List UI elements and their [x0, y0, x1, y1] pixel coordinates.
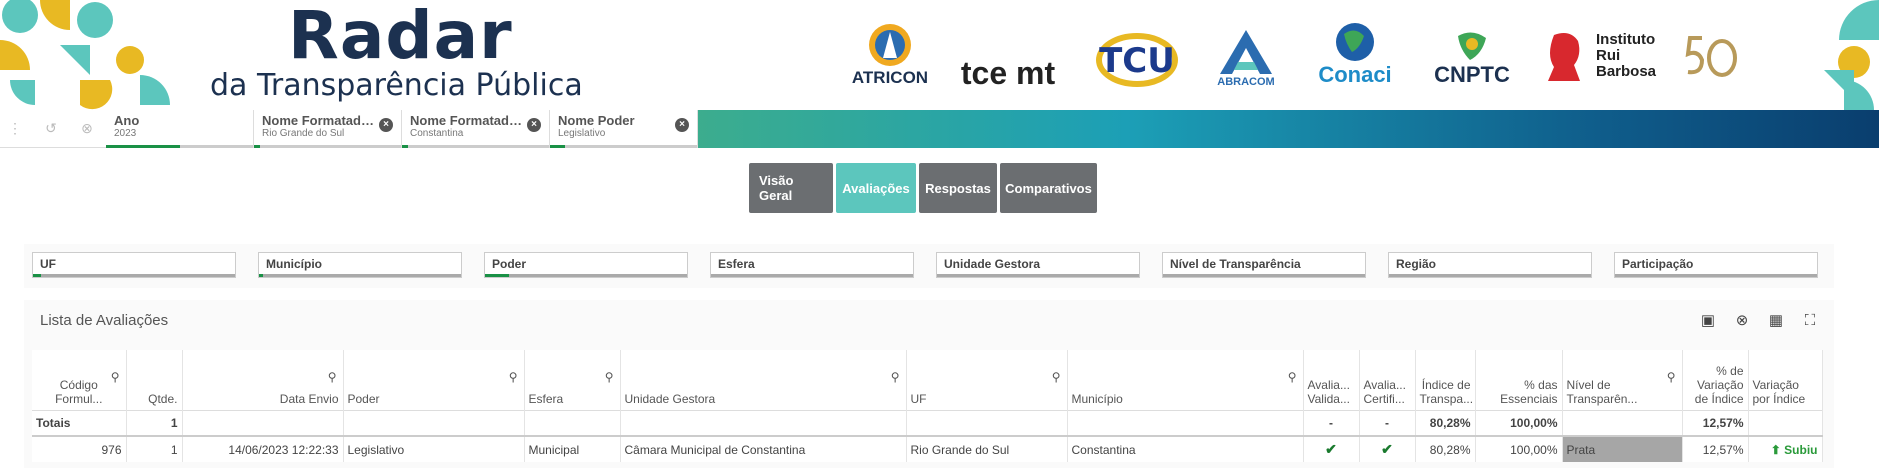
- col-codigo[interactable]: Código Formul... ⚲: [32, 350, 127, 410]
- search-icon[interactable]: ⚲: [1667, 370, 1676, 384]
- filter-unidade-gestora[interactable]: Unidade Gestora: [936, 252, 1140, 278]
- svg-text:TCU: TCU: [1099, 41, 1175, 81]
- col-variacao-por-indice[interactable]: Variação por Índice: [1748, 350, 1823, 410]
- selection-chip-poder[interactable]: Nome Poder Legislativo ×: [550, 110, 698, 148]
- search-icon[interactable]: ⚲: [111, 370, 120, 384]
- col-poder[interactable]: Poder ⚲: [343, 350, 525, 410]
- filter-bar: UF Município Poder Esfera Unidade Gestor…: [24, 244, 1834, 288]
- search-icon[interactable]: ⚲: [1052, 370, 1061, 384]
- col-nivel-transparencia[interactable]: Nível de Transparên... ⚲: [1562, 350, 1683, 410]
- clear-all-icon[interactable]: ⊗: [76, 118, 98, 140]
- table-header-row: Código Formul... ⚲ Qtde. Data Envio ⚲ Pode…: [32, 350, 1823, 410]
- panel-tools: ▣ ⊗ ▦ ⛶: [1698, 310, 1820, 330]
- search-icon[interactable]: ⚲: [891, 370, 900, 384]
- table-view-icon[interactable]: ▦: [1766, 310, 1786, 330]
- 50-anos-badge-icon: [1685, 36, 1737, 77]
- app-subtitle: da Transparência Pública: [210, 68, 583, 103]
- col-unidade-gestora[interactable]: Unidade Gestora ⚲: [620, 350, 907, 410]
- export-image-icon[interactable]: ▣: [1698, 310, 1718, 330]
- tab-visao-geral[interactable]: Visão Geral: [749, 163, 833, 213]
- clear-selection-icon[interactable]: ×: [675, 118, 689, 132]
- col-municipio[interactable]: Município ⚲: [1067, 350, 1304, 410]
- check-icon: ✔: [1381, 441, 1393, 457]
- selection-tools: ⋮ ↺ ⊗: [0, 110, 106, 148]
- selection-chip-uf[interactable]: Nome Formatado ... Rio Grande do Sul ×: [254, 110, 402, 148]
- main-tabs: Visão Geral Avaliações Respostas Compara…: [749, 163, 1097, 213]
- cnptc-icon: [1458, 32, 1486, 60]
- atricon-icon: [869, 24, 911, 66]
- conaci-icon: [1336, 23, 1374, 61]
- filter-nivel-transparencia[interactable]: Nível de Transparência: [1162, 252, 1366, 278]
- table-row[interactable]: 976 1 14/06/2023 12:22:33 Legislativo Mu…: [32, 436, 1823, 462]
- abracom-icon: [1220, 30, 1272, 74]
- selections-menu-icon[interactable]: ⋮: [4, 118, 26, 140]
- tab-respostas[interactable]: Respostas: [919, 163, 997, 213]
- col-indice-transparencia[interactable]: Índice de Transpa...: [1415, 350, 1476, 410]
- clear-selection-icon[interactable]: ×: [379, 118, 393, 132]
- search-icon[interactable]: ⚲: [328, 370, 337, 384]
- filter-uf[interactable]: UF: [32, 252, 236, 278]
- evaluations-panel: Lista de Avaliações ▣ ⊗ ▦ ⛶ Código Formu…: [24, 300, 1834, 468]
- col-uf[interactable]: UF ⚲: [906, 350, 1068, 410]
- col-qtde[interactable]: Qtde.: [126, 350, 183, 410]
- search-icon[interactable]: ⚲: [605, 370, 614, 384]
- tcu-icon: TCU: [1096, 33, 1178, 87]
- totals-row: Totais 1 - - 80,28% 100,00% 12,57%: [32, 409, 1823, 437]
- step-back-icon[interactable]: ↺: [40, 118, 62, 140]
- decorative-pattern-left: [0, 0, 170, 110]
- tcemt-logo: tce mt: [960, 55, 1056, 91]
- filter-municipio[interactable]: Município: [258, 252, 462, 278]
- decorative-pattern-right: [1824, 0, 1879, 110]
- cnptc-logo: CNPTC: [1424, 18, 1520, 88]
- evaluations-table: Código Formul... ⚲ Qtde. Data Envio ⚲ Pode…: [32, 350, 1823, 462]
- col-esfera[interactable]: Esfera ⚲: [524, 350, 621, 410]
- irb-logo: Instituto Rui Barbosa: [1540, 28, 1740, 84]
- app-title: Radar: [288, 0, 513, 74]
- col-avaliacao-validada[interactable]: Avalia... Valida...: [1303, 350, 1360, 410]
- header: Radar da Transparência Pública ATRICON t…: [0, 0, 1879, 110]
- filter-participacao[interactable]: Participação: [1614, 252, 1818, 278]
- tcu-logo: TCU: [1093, 18, 1181, 88]
- panel-title: Lista de Avaliações: [40, 312, 169, 329]
- col-essenciais[interactable]: % das Essenciais: [1475, 350, 1563, 410]
- search-icon[interactable]: ⚲: [1288, 370, 1297, 384]
- selection-chip-ano[interactable]: Ano 2023: [106, 110, 254, 148]
- abracom-logo: ABRACOM: [1206, 18, 1286, 88]
- clear-selection-icon[interactable]: ×: [527, 118, 541, 132]
- conaci-logo: Conaci: [1310, 18, 1400, 88]
- atricon-logo: ATRICON: [840, 18, 940, 88]
- col-variacao-indice[interactable]: % de Variação de Índice: [1682, 350, 1749, 410]
- fullscreen-icon[interactable]: ⛶: [1800, 310, 1820, 330]
- tab-comparativos[interactable]: Comparativos: [1000, 163, 1097, 213]
- col-data-envio[interactable]: Data Envio ⚲: [182, 350, 344, 410]
- selection-chip-municipio[interactable]: Nome Formatado ... Constantina ×: [402, 110, 550, 148]
- search-icon[interactable]: ⚲: [509, 370, 518, 384]
- rui-barbosa-icon: [1548, 33, 1580, 81]
- filter-regiao[interactable]: Região: [1388, 252, 1592, 278]
- tab-avaliacoes[interactable]: Avaliações: [836, 163, 916, 213]
- selection-bar: ⋮ ↺ ⊗ Ano 2023 Nome Formatado ... Rio Gr…: [0, 110, 1879, 148]
- check-icon: ✔: [1325, 441, 1337, 457]
- filter-esfera[interactable]: Esfera: [710, 252, 914, 278]
- arrow-up-icon: ⬆: [1770, 442, 1785, 457]
- filter-poder[interactable]: Poder: [484, 252, 688, 278]
- col-avaliacao-certificada[interactable]: Avalia... Certifi...: [1359, 350, 1416, 410]
- clear-icon[interactable]: ⊗: [1732, 310, 1752, 330]
